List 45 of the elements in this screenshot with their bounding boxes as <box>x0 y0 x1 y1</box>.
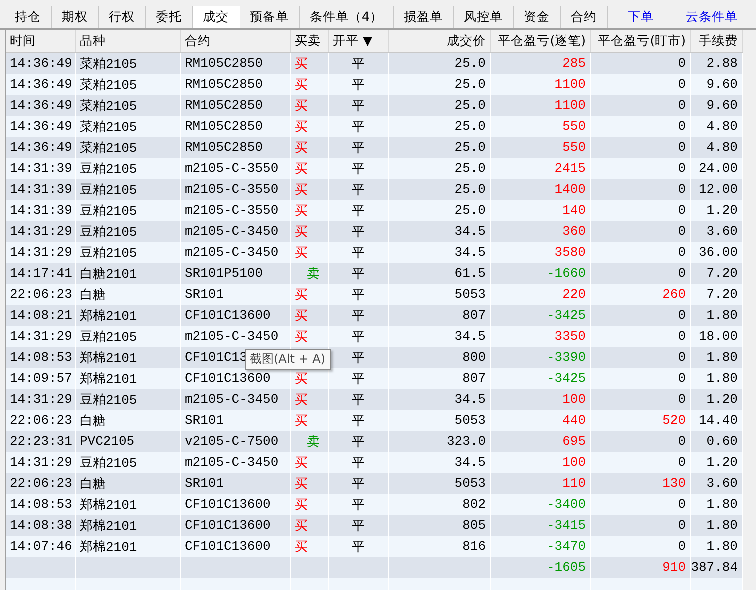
column-header[interactable]: 合约 <box>181 30 291 52</box>
tab[interactable]: 损盈单 <box>394 6 454 28</box>
table-cell: RM105C2850 <box>185 119 264 134</box>
table-cell: RM105C2850 <box>185 140 264 155</box>
table-cell: m2105-C-3450 <box>185 224 279 239</box>
tab[interactable]: 持仓 <box>5 6 52 28</box>
table-cell: RM105C2850 <box>185 77 264 92</box>
table-cell: SR101 <box>185 287 224 302</box>
tab[interactable]: 预备单 <box>240 6 300 28</box>
tab[interactable]: 行权 <box>99 6 146 28</box>
column-header[interactable]: 品种 <box>76 30 181 52</box>
column-header[interactable]: 成交价 <box>389 30 491 52</box>
tab[interactable]: 期权 <box>52 6 99 28</box>
table-cell: m2105-C-3450 <box>185 455 279 470</box>
table-cell: m2105-C-3550 <box>185 182 279 197</box>
table-cell: CF101C13600 <box>185 497 271 512</box>
table-cell: CF101C13600 <box>185 371 271 386</box>
column-header[interactable]: 买卖 <box>291 30 329 52</box>
link[interactable]: 下单 <box>628 8 654 26</box>
table-cell: SR101 <box>185 476 224 491</box>
table-cell: m2105-C-3550 <box>185 203 279 218</box>
table-cell: m2105-C-3450 <box>185 329 279 344</box>
column-header[interactable]: 时间 <box>6 30 76 52</box>
tab[interactable]: 合约 <box>560 6 608 28</box>
tab[interactable]: 风控单 <box>454 6 514 28</box>
tooltip: 截图(Alt + A) <box>245 349 331 370</box>
table-cell: RM105C2850 <box>185 56 264 71</box>
table-cell: v2105-C-7500 <box>185 434 279 449</box>
table-cell: RM105C2850 <box>185 98 264 113</box>
table-cell: m2105-C-3450 <box>185 245 279 260</box>
tab[interactable]: 成交 <box>193 6 240 28</box>
table-cell: CF101C13600 <box>185 518 271 533</box>
table-cell: SR101P5100 <box>185 266 264 281</box>
tab[interactable]: 条件单（4） <box>300 6 394 28</box>
table-cell: m2105-C-3450 <box>185 392 279 407</box>
column-header[interactable]: 开平 ▼ <box>329 30 389 52</box>
link[interactable]: 云条件单 <box>686 8 738 26</box>
tab[interactable]: 资金 <box>514 6 561 28</box>
table-cell: CF101C13600 <box>185 308 271 323</box>
table-cell: m2105-C-3550 <box>185 161 279 176</box>
table-cell: SR101 <box>185 413 224 428</box>
column-header[interactable]: 平仓盈亏(逐笔) <box>491 30 591 52</box>
column-header[interactable]: 平仓盈亏(盯市) <box>591 30 691 52</box>
table-cell: CF101C13600 <box>185 539 271 554</box>
column-header[interactable]: 手续费 <box>691 30 743 52</box>
